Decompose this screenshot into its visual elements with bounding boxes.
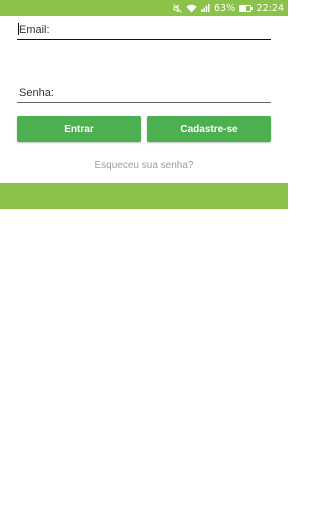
signal-icon xyxy=(201,4,210,12)
login-form xyxy=(17,20,271,103)
password-field-container xyxy=(17,83,271,103)
status-bar: 63% 22:24 xyxy=(0,0,288,16)
password-field[interactable] xyxy=(17,83,271,103)
register-button[interactable]: Cadastre-se xyxy=(147,116,271,142)
battery-icon xyxy=(239,4,253,12)
battery-percent: 63% xyxy=(213,2,236,14)
action-buttons: Entrar Cadastre-se xyxy=(17,116,271,142)
mute-icon xyxy=(173,3,182,13)
login-button[interactable]: Entrar xyxy=(17,116,141,142)
battery-fill xyxy=(240,5,247,11)
forgot-password-link[interactable]: Esqueceu sua senha? xyxy=(0,160,288,171)
text-cursor xyxy=(18,23,19,35)
email-field[interactable] xyxy=(17,20,271,40)
bottom-band xyxy=(0,183,288,209)
email-field-container xyxy=(17,20,271,40)
clock: 22:24 xyxy=(256,2,284,14)
wifi-icon xyxy=(186,4,197,13)
